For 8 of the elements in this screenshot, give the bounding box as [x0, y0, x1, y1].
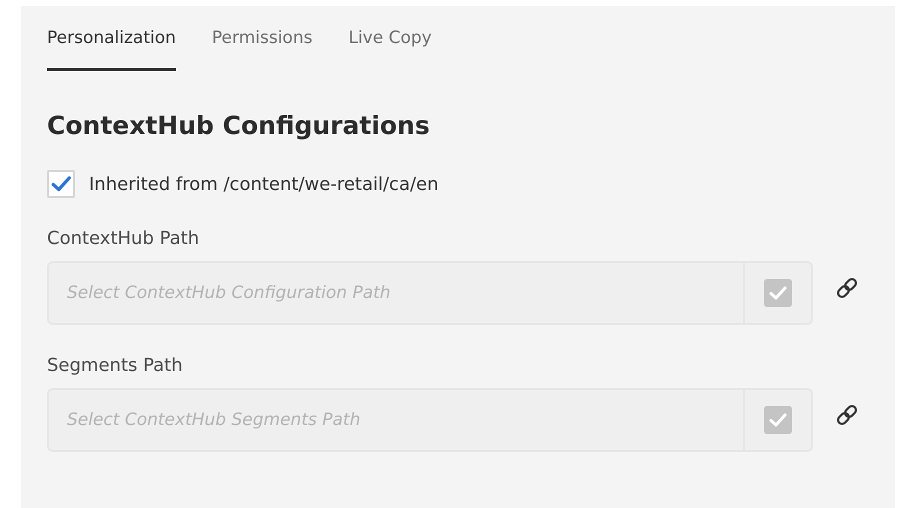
tab[interactable]: Permissions: [212, 28, 312, 71]
tab[interactable]: Live Copy: [348, 28, 432, 71]
tab[interactable]: Personalization: [47, 28, 176, 71]
field-label: ContextHub Path: [47, 228, 200, 249]
section-title: ContextHub Configurations: [47, 111, 431, 140]
checkbox-label: Inherited from /content/we-retail/ca/en: [89, 174, 439, 194]
field-label: Segments Path: [47, 355, 184, 376]
checkbox[interactable]: [47, 170, 75, 198]
